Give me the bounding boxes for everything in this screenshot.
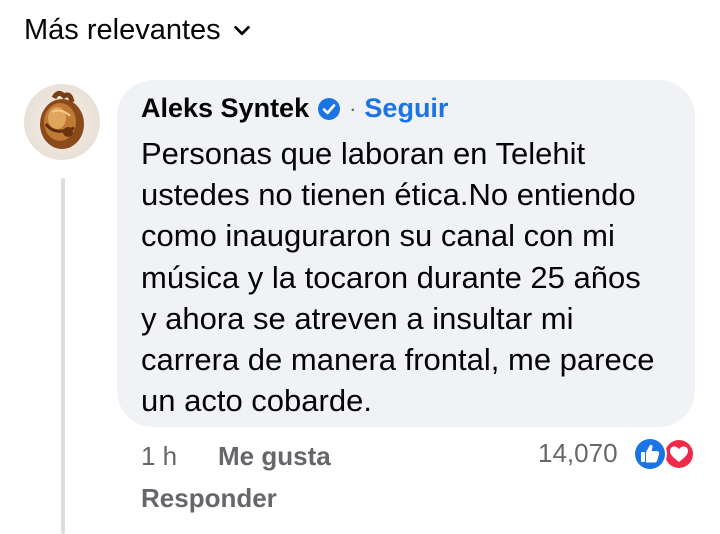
sort-label: Más relevantes (24, 14, 221, 46)
comment-text: Personas que laboran en Telehit ustedes … (141, 136, 655, 419)
sort-dropdown[interactable]: Más relevantes (24, 14, 253, 47)
comment-timestamp[interactable]: 1 h (141, 441, 177, 472)
anatomical-heart-avatar-image (40, 90, 84, 149)
follow-button[interactable]: Seguir (364, 93, 448, 124)
comment-header: Aleks Syntek · Seguir (141, 93, 448, 124)
reaction-count[interactable]: 14,070 (538, 438, 618, 469)
chevron-down-icon (233, 25, 250, 35)
author-name[interactable]: Aleks Syntek (141, 93, 309, 124)
like-button[interactable]: Me gusta (218, 441, 331, 472)
separator-dot: · (349, 95, 357, 121)
verified-badge-icon (318, 97, 341, 120)
reactions-summary[interactable] (632, 436, 698, 472)
love-reaction-icon (663, 438, 695, 470)
reply-button[interactable]: Responder (141, 483, 277, 514)
avatar[interactable] (24, 84, 100, 160)
like-reaction-icon (633, 437, 667, 471)
reply-thread-line (61, 178, 65, 534)
